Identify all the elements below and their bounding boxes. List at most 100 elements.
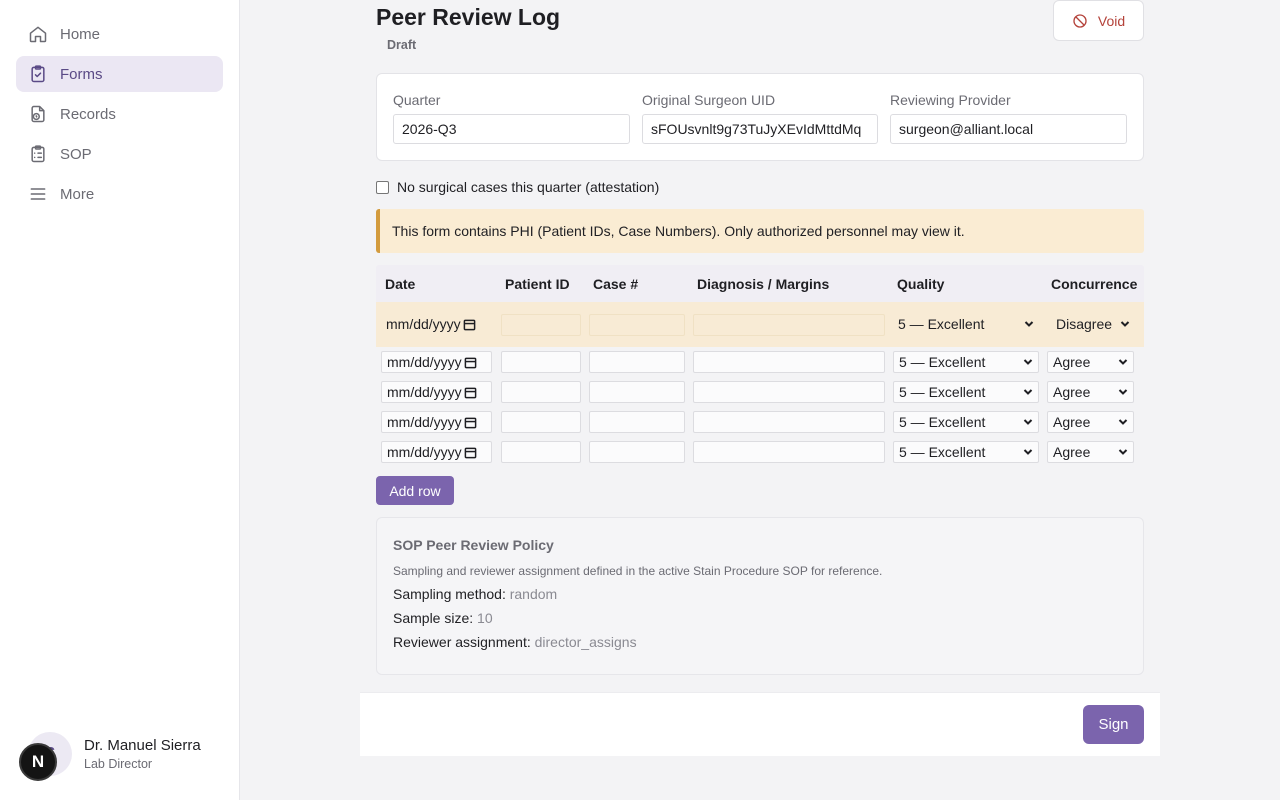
patient-id-input[interactable] bbox=[501, 411, 581, 433]
quarter-field: Quarter 2026-Q3 bbox=[393, 92, 630, 144]
chevron-down-icon bbox=[1023, 359, 1033, 365]
quarter-input[interactable]: 2026-Q3 bbox=[393, 114, 630, 144]
date-input[interactable]: mm/dd/yyyy bbox=[381, 351, 492, 373]
table-row: mm/dd/yyyy 5 — Excellent Agree bbox=[376, 377, 1144, 407]
calendar-icon bbox=[463, 319, 476, 330]
column-header: Case # bbox=[593, 276, 639, 292]
attestation-row: No surgical cases this quarter (attestat… bbox=[376, 179, 659, 195]
date-input[interactable]: mm/dd/yyyy bbox=[381, 411, 492, 433]
table-row: mm/dd/yyyy 5 — Excellent Disagree bbox=[376, 302, 1144, 347]
attestation-label[interactable]: No surgical cases this quarter (attestat… bbox=[397, 179, 659, 195]
diagnosis-input[interactable] bbox=[693, 441, 885, 463]
calendar-icon bbox=[464, 387, 477, 398]
sample-size-value: 10 bbox=[477, 610, 493, 626]
column-header: Quality bbox=[897, 276, 945, 292]
chevron-down-icon bbox=[1023, 419, 1033, 425]
sidebar-item-home[interactable]: Home bbox=[16, 16, 223, 52]
column-header: Diagnosis / Margins bbox=[697, 276, 830, 292]
reviewer-assignment-label: Reviewer assignment: bbox=[393, 634, 531, 650]
header-fields-card: Quarter 2026-Q3 Original Surgeon UID sFO… bbox=[376, 73, 1144, 161]
concurrence-select[interactable]: Agree bbox=[1047, 351, 1134, 373]
case-number-input[interactable] bbox=[589, 411, 685, 433]
patient-id-input[interactable] bbox=[501, 351, 581, 373]
surgeon-uid-label: Original Surgeon UID bbox=[642, 92, 776, 108]
table-header: Date Patient ID Case # Diagnosis / Margi… bbox=[376, 265, 1144, 302]
add-row-button[interactable]: Add row bbox=[376, 476, 454, 505]
quality-select[interactable]: 5 — Excellent bbox=[893, 313, 1039, 335]
date-input[interactable]: mm/dd/yyyy bbox=[381, 381, 492, 403]
attestation-checkbox[interactable] bbox=[376, 180, 389, 194]
date-placeholder: mm/dd/yyyy bbox=[387, 444, 462, 460]
patient-id-input[interactable] bbox=[501, 441, 581, 463]
patient-id-input[interactable] bbox=[501, 314, 581, 336]
sidebar: Home Forms Records SOP More Dr. Manuel S… bbox=[0, 0, 240, 800]
quality-value: 5 — Excellent bbox=[898, 316, 985, 332]
peer-review-table: Date Patient ID Case # Diagnosis / Margi… bbox=[376, 265, 1144, 467]
concurrence-select[interactable]: Agree bbox=[1047, 381, 1134, 403]
chevron-down-icon bbox=[1023, 449, 1033, 455]
sampling-method-value: random bbox=[509, 586, 558, 602]
quality-select[interactable]: 5 — Excellent bbox=[893, 411, 1039, 433]
table-row: mm/dd/yyyy 5 — Excellent Agree bbox=[376, 437, 1144, 467]
sop-policy-panel: SOP Peer Review Policy Sampling and revi… bbox=[376, 517, 1144, 675]
sign-button[interactable]: Sign bbox=[1083, 705, 1144, 744]
reviewer-assignment-value: director_assigns bbox=[534, 634, 637, 650]
sidebar-item-label: SOP bbox=[60, 145, 92, 163]
sidebar-item-label: Forms bbox=[60, 65, 103, 83]
concurrence-select[interactable]: Disagree bbox=[1051, 313, 1135, 335]
date-input[interactable]: mm/dd/yyyy bbox=[381, 441, 492, 463]
quality-value: 5 — Excellent bbox=[899, 414, 986, 430]
sidebar-item-records[interactable]: Records bbox=[16, 96, 223, 132]
quality-value: 5 — Excellent bbox=[899, 354, 986, 370]
quality-value: 5 — Excellent bbox=[899, 384, 986, 400]
dev-tools-badge[interactable]: N bbox=[19, 743, 57, 781]
concurrence-value: Disagree bbox=[1056, 316, 1113, 332]
calendar-icon bbox=[464, 447, 477, 458]
user-name: Dr. Manuel Sierra bbox=[84, 737, 201, 754]
main-content: Peer Review Log Draft Void Quarter 2026-… bbox=[240, 0, 1280, 800]
calendar-icon bbox=[464, 357, 477, 368]
quality-select[interactable]: 5 — Excellent bbox=[893, 441, 1039, 463]
patient-id-input[interactable] bbox=[501, 381, 581, 403]
sidebar-item-label: Home bbox=[60, 25, 101, 43]
surgeon-uid-input[interactable]: sFOUsvnlt9g73TuJyXEvIdMttdMq bbox=[642, 114, 878, 144]
sample-size-label: Sample size: bbox=[393, 610, 474, 626]
sidebar-item-more[interactable]: More bbox=[16, 176, 223, 212]
diagnosis-input[interactable] bbox=[693, 381, 885, 403]
chevron-down-icon bbox=[1118, 359, 1128, 365]
date-input[interactable]: mm/dd/yyyy bbox=[381, 313, 493, 335]
quality-select[interactable]: 5 — Excellent bbox=[893, 351, 1039, 373]
void-button[interactable]: Void bbox=[1053, 0, 1144, 41]
reviewer-assignment: Reviewer assignment: director_assigns bbox=[393, 634, 1127, 650]
phi-warning: This form contains PHI (Patient IDs, Cas… bbox=[376, 209, 1144, 253]
policy-title: SOP Peer Review Policy bbox=[393, 537, 554, 553]
date-placeholder: mm/dd/yyyy bbox=[387, 384, 462, 400]
concurrence-select[interactable]: Agree bbox=[1047, 411, 1134, 433]
diagnosis-input[interactable] bbox=[693, 411, 885, 433]
ban-icon bbox=[1073, 13, 1087, 28]
column-header: Date bbox=[385, 276, 416, 292]
reviewing-provider-input[interactable]: surgeon@alliant.local bbox=[890, 114, 1127, 144]
concurrence-value: Agree bbox=[1053, 444, 1091, 460]
diagnosis-input[interactable] bbox=[693, 314, 885, 336]
column-header: Concurrence bbox=[1051, 276, 1138, 292]
diagnosis-input[interactable] bbox=[693, 351, 885, 373]
chevron-down-icon bbox=[1024, 321, 1034, 327]
concurrence-value: Agree bbox=[1053, 384, 1091, 400]
user-role: Lab Director bbox=[84, 757, 153, 771]
date-placeholder: mm/dd/yyyy bbox=[386, 316, 461, 332]
case-number-input[interactable] bbox=[589, 441, 685, 463]
calendar-icon bbox=[464, 417, 477, 428]
table-row: mm/dd/yyyy 5 — Excellent Agree bbox=[376, 407, 1144, 437]
case-number-input[interactable] bbox=[589, 314, 685, 336]
case-number-input[interactable] bbox=[589, 351, 685, 373]
concurrence-select[interactable]: Agree bbox=[1047, 441, 1134, 463]
case-number-input[interactable] bbox=[589, 381, 685, 403]
reviewing-provider-field: Reviewing Provider surgeon@alliant.local bbox=[890, 92, 1127, 144]
sidebar-item-sop[interactable]: SOP bbox=[16, 136, 223, 172]
sidebar-item-forms[interactable]: Forms bbox=[16, 56, 223, 92]
chevron-down-icon bbox=[1023, 389, 1033, 395]
quality-select[interactable]: 5 — Excellent bbox=[893, 381, 1039, 403]
footer-bar: Sign bbox=[360, 692, 1160, 756]
quarter-label: Quarter bbox=[393, 92, 441, 108]
